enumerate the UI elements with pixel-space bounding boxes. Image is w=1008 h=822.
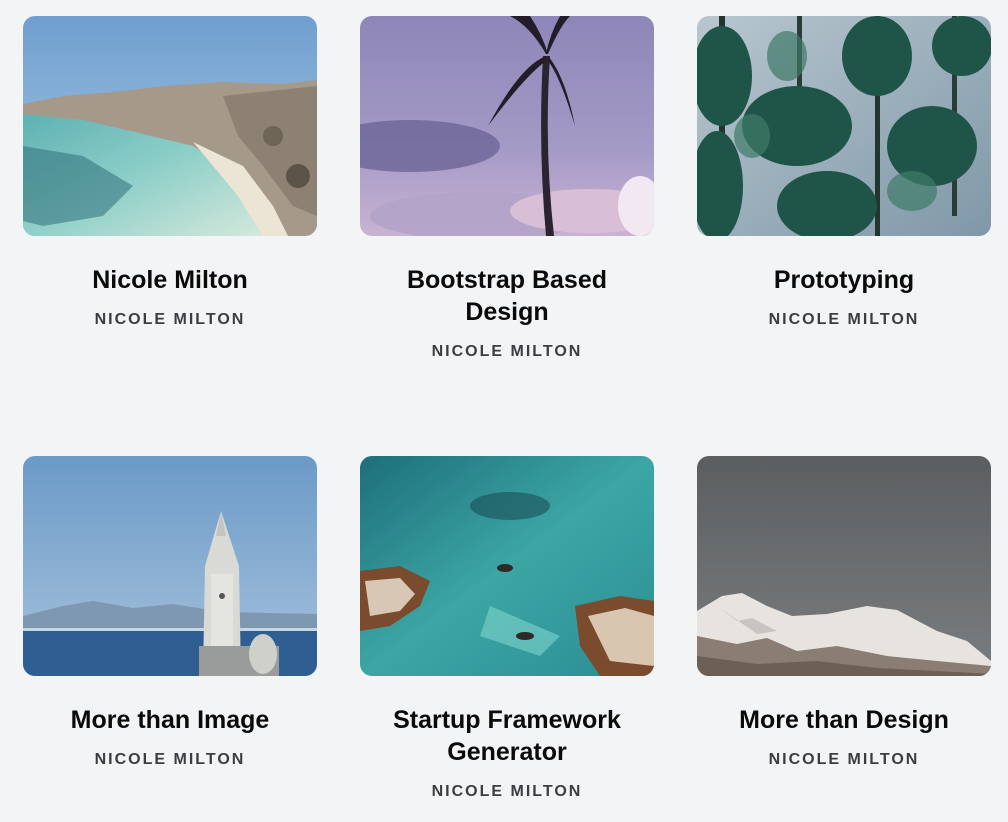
- article-card[interactable]: Startup Framework Generator NICOLE MILTO…: [360, 456, 654, 802]
- beach-coast-image[interactable]: [23, 16, 317, 236]
- snowy-mountain-image[interactable]: [697, 456, 991, 676]
- swimmers-sea-image[interactable]: [360, 456, 654, 676]
- article-card[interactable]: More than Design NICOLE MILTON: [697, 456, 991, 770]
- palm-tree-sky-image[interactable]: [360, 16, 654, 236]
- card-author: NICOLE MILTON: [431, 343, 583, 360]
- card-author: NICOLE MILTON: [768, 751, 920, 768]
- card-author: NICOLE MILTON: [768, 311, 920, 328]
- card-title[interactable]: More than Image: [40, 704, 300, 736]
- card-title[interactable]: Startup Framework Generator: [377, 704, 637, 768]
- card-title[interactable]: More than Design: [714, 704, 974, 736]
- card-author: NICOLE MILTON: [431, 783, 583, 800]
- card-author: NICOLE MILTON: [94, 311, 246, 328]
- card-author: NICOLE MILTON: [94, 751, 246, 768]
- church-tower-sea-image[interactable]: [23, 456, 317, 676]
- article-card[interactable]: Bootstrap Based Design NICOLE MILTON: [360, 16, 654, 362]
- article-grid: Nicole Milton NICOLE MILTON Bootstrap Ba…: [0, 0, 1008, 822]
- article-card[interactable]: Nicole Milton NICOLE MILTON: [23, 16, 317, 330]
- article-card[interactable]: Prototyping NICOLE MILTON: [697, 16, 991, 330]
- card-title[interactable]: Bootstrap Based Design: [377, 264, 637, 328]
- palm-trees-image[interactable]: [697, 16, 991, 236]
- card-title[interactable]: Prototyping: [714, 264, 974, 296]
- card-title[interactable]: Nicole Milton: [40, 264, 300, 296]
- article-card[interactable]: More than Image NICOLE MILTON: [23, 456, 317, 770]
